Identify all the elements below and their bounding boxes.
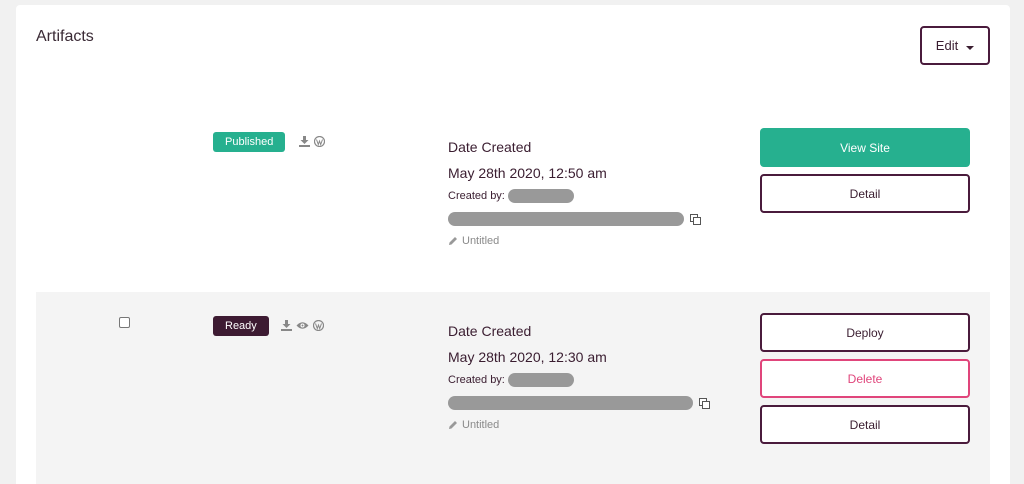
artifact-info: Date Created May 28th 2020, 12:30 am Cre…: [448, 322, 710, 431]
copy-icon[interactable]: [690, 213, 701, 225]
artifact-row: Ready Date Created May 28th 2020, 12:30 …: [36, 292, 990, 484]
view-site-button[interactable]: View Site: [760, 128, 970, 167]
copy-icon[interactable]: [699, 397, 710, 409]
date-label: Date Created: [448, 139, 532, 155]
select-checkbox[interactable]: [119, 317, 130, 328]
artifact-name: Untitled: [448, 419, 710, 431]
wordpress-icon[interactable]: [313, 320, 324, 331]
created-by: Created by:: [448, 373, 710, 387]
artifact-name: Untitled: [448, 235, 701, 247]
pencil-icon[interactable]: [448, 236, 458, 246]
artifact-info: Date Created May 28th 2020, 12:50 am Cre…: [448, 138, 701, 247]
date-value: May 28th 2020, 12:50 am: [448, 165, 607, 181]
status-badge: Published: [213, 132, 286, 152]
delete-button[interactable]: Delete: [760, 359, 970, 398]
detail-button[interactable]: Detail: [760, 174, 970, 213]
detail-button[interactable]: Detail: [760, 405, 970, 444]
edit-button-label: Edit: [935, 38, 959, 53]
artifact-icons: [299, 136, 325, 147]
created-by: Created by:: [448, 189, 701, 203]
pencil-icon[interactable]: [448, 420, 458, 430]
caret-down-icon: [966, 45, 975, 50]
date-value: May 28th 2020, 12:30 am: [448, 349, 607, 365]
artifact-row: Published Date Created May 28th 2020, 12…: [36, 100, 990, 290]
download-icon[interactable]: [299, 136, 310, 147]
artifact-name-text[interactable]: Untitled: [462, 419, 499, 431]
wordpress-icon[interactable]: [314, 136, 325, 147]
redacted-id: [448, 212, 684, 226]
artifacts-card: Artifacts Edit Published Date Created Ma…: [16, 5, 1010, 484]
status-badge: Ready: [213, 316, 269, 336]
artifact-name-text[interactable]: Untitled: [462, 235, 499, 247]
redacted-user: [507, 373, 574, 387]
deploy-button[interactable]: Deploy: [760, 313, 970, 352]
created-by-label: Created by:: [448, 190, 505, 202]
download-icon[interactable]: [281, 320, 292, 331]
redacted-user: [507, 189, 574, 203]
eye-icon[interactable]: [296, 320, 309, 331]
edit-dropdown-button[interactable]: Edit: [920, 26, 990, 65]
page-title: Artifacts: [36, 28, 94, 45]
created-by-label: Created by:: [448, 374, 505, 386]
artifact-id-line: [448, 396, 710, 410]
artifact-icons: [281, 320, 324, 331]
artifact-id-line: [448, 212, 701, 226]
redacted-id: [448, 396, 693, 410]
date-label: Date Created: [448, 323, 532, 339]
